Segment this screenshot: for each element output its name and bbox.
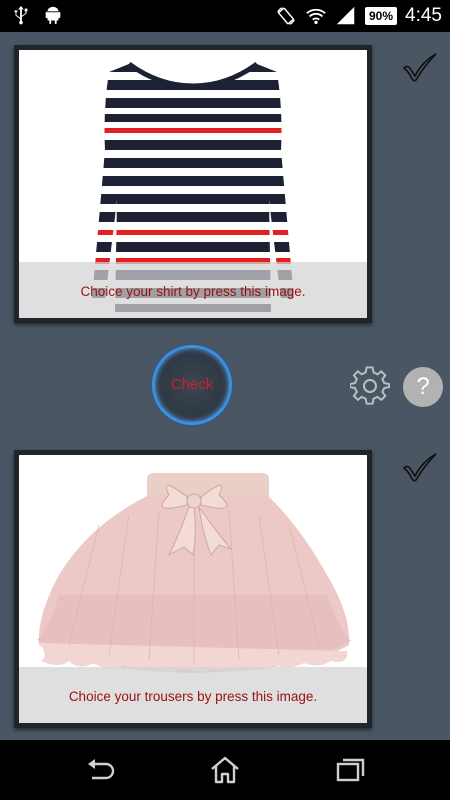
navigation-bar (0, 740, 450, 800)
check-button[interactable]: Check (152, 345, 232, 425)
shirt-selected-checkmark-icon (402, 53, 437, 82)
recent-apps-icon[interactable] (334, 754, 368, 786)
signal-icon (336, 6, 355, 25)
shirt-card[interactable]: Choice your shirt by press this image. (14, 45, 372, 323)
clock: 4:45 (405, 5, 442, 26)
battery-indicator: 90% (364, 7, 398, 25)
back-icon[interactable] (84, 754, 118, 786)
trousers-selected-checkmark-icon (402, 453, 437, 482)
status-bar: 90% 4:45 (0, 0, 450, 32)
home-icon[interactable] (208, 754, 242, 786)
shirt-caption: Choice your shirt by press this image. (19, 262, 367, 318)
usb-icon (14, 5, 28, 25)
gear-icon[interactable] (350, 366, 390, 406)
help-button[interactable]: ? (403, 367, 443, 407)
rotate-icon (277, 7, 295, 25)
wifi-icon (306, 8, 326, 25)
android-icon (45, 6, 61, 25)
trousers-card[interactable]: Choice your trousers by press this image… (14, 450, 372, 728)
trousers-caption: Choice your trousers by press this image… (19, 667, 367, 723)
